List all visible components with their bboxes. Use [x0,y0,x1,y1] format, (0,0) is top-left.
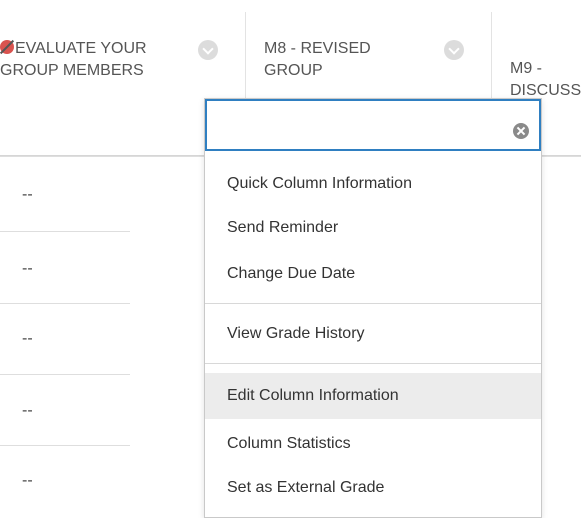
column-header-label: EVALUATE YOUR GROUP MEMBERS [0,38,170,82]
menu-item-column-statistics[interactable]: Column Statistics [205,421,541,467]
menu-item-set-as-external-grade[interactable]: Set as External Grade [205,465,541,511]
grade-cell[interactable]: -- [22,330,33,348]
row-divider [0,303,130,304]
column-header-label: M8 - REVISED GROUP [264,40,371,79]
chevron-down-icon[interactable] [198,40,218,60]
column-title: EVALUATE YOUR GROUP MEMBERS [0,40,147,79]
row-divider [0,374,130,375]
row-divider [0,445,130,446]
menu-item-quick-column-information[interactable]: Quick Column Information [205,161,541,207]
menu-divider [205,363,541,364]
chevron-down-icon[interactable] [444,40,464,60]
menu-search-box[interactable] [205,99,541,151]
menu-item-edit-column-information[interactable]: Edit Column Information [205,373,541,419]
menu-item-send-reminder[interactable]: Send Reminder [205,205,541,251]
grade-cell[interactable]: -- [22,402,33,420]
grade-cell[interactable]: -- [22,472,33,490]
row-divider [0,231,130,232]
grade-cell[interactable]: -- [22,186,33,204]
grade-cell[interactable]: -- [22,260,33,278]
clear-icon[interactable] [513,123,529,139]
column-header-label: M9 - DISCUSS [510,60,581,99]
column-options-menu: Quick Column Information Send Reminder C… [204,98,542,518]
menu-divider [205,303,541,304]
menu-search-input[interactable] [213,111,497,141]
menu-item-change-due-date[interactable]: Change Due Date [205,251,541,297]
no-entry-icon [0,40,14,54]
menu-item-view-grade-history[interactable]: View Grade History [205,311,541,357]
